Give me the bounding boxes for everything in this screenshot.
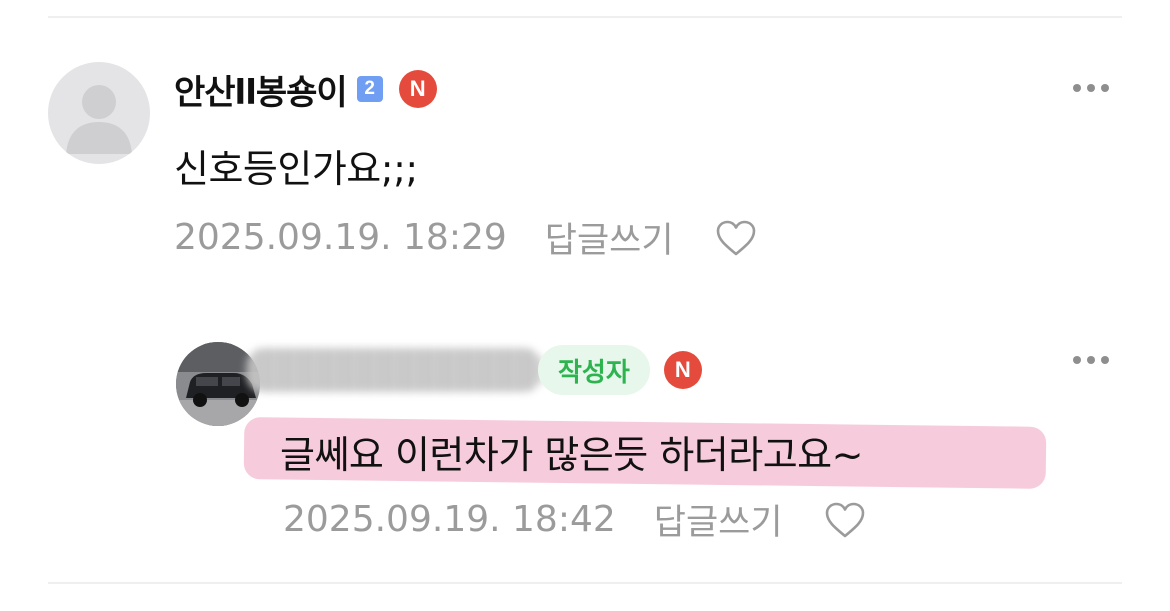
more-dot: [1087, 356, 1095, 364]
comment-meta: 2025.09.19. 18:29 답글쓰기: [174, 212, 758, 263]
default-user-avatar-icon: [66, 85, 132, 154]
new-badge: N: [663, 351, 702, 389]
level-badge: 2: [356, 76, 383, 102]
like-button[interactable]: [714, 216, 758, 260]
comment-text: 신호등인가요;;;: [174, 147, 418, 191]
author-badge: 작성자: [538, 345, 650, 395]
more-dot: [1087, 84, 1095, 92]
reply-button[interactable]: 답글쓰기: [654, 494, 783, 545]
reply-text: 글쎄요 이런차가 많은듯 하더라고요~: [280, 433, 863, 477]
user-avatar[interactable]: [48, 62, 150, 164]
timestamp: 2025.09.19. 18:42: [283, 499, 616, 540]
more-dot: [1101, 84, 1109, 92]
more-horizontal-icon: [1073, 84, 1081, 92]
heart-outline-icon: [825, 502, 864, 537]
reply-button[interactable]: 답글쓰기: [545, 212, 674, 263]
heart-outline-icon: [716, 220, 755, 255]
new-badge: N: [398, 70, 437, 108]
more-options-button[interactable]: [1073, 356, 1109, 364]
blurred-username: [246, 348, 542, 392]
username[interactable]: 안산ll봉숑이: [174, 65, 348, 114]
more-options-button[interactable]: [1073, 84, 1109, 92]
top-divider: [48, 16, 1122, 18]
reply-meta: 2025.09.19. 18:42 답글쓰기: [283, 494, 867, 545]
bottom-divider: [48, 582, 1122, 584]
reply-header: 작성자 N: [246, 344, 702, 396]
more-dot: [1101, 356, 1109, 364]
comment-header: 안산ll봉숑이 2 N: [174, 65, 437, 114]
more-horizontal-icon: [1073, 356, 1081, 364]
timestamp: 2025.09.19. 18:29: [174, 217, 507, 258]
like-button[interactable]: [823, 498, 867, 542]
